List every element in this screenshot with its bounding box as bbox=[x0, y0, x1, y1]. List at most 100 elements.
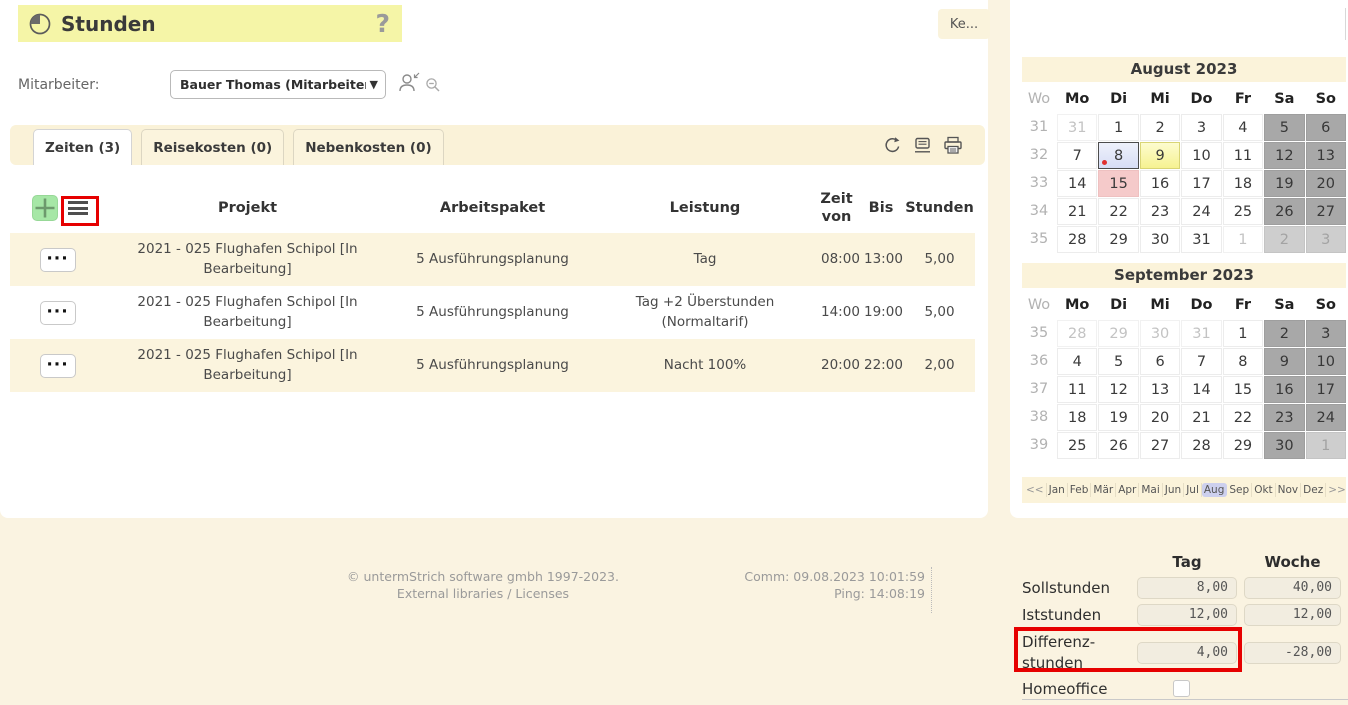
row-menu-button[interactable]: ··· bbox=[40, 301, 76, 325]
calendar-day[interactable]: 30 bbox=[1140, 320, 1180, 347]
add-entry-button[interactable] bbox=[32, 195, 58, 221]
month-nav-mär[interactable]: Mär bbox=[1091, 483, 1116, 497]
calendar-day[interactable]: 21 bbox=[1057, 198, 1097, 225]
calendar-day[interactable]: 9 bbox=[1140, 142, 1180, 169]
calendar-day[interactable]: 12 bbox=[1098, 376, 1138, 403]
calendar-day[interactable]: 30 bbox=[1264, 432, 1304, 459]
calendar-day[interactable]: 5 bbox=[1264, 114, 1304, 141]
month-nav-mai[interactable]: Mai bbox=[1139, 483, 1162, 497]
print-icon[interactable] bbox=[943, 136, 963, 155]
calendar-day[interactable]: 19 bbox=[1264, 170, 1304, 197]
calendar-day[interactable]: 28 bbox=[1181, 432, 1221, 459]
calendar-day[interactable]: 24 bbox=[1306, 404, 1346, 431]
tab-nebenkosten[interactable]: Nebenkosten (0) bbox=[293, 129, 443, 165]
row-menu-button[interactable]: ··· bbox=[40, 354, 76, 378]
calendar-day[interactable]: 15 bbox=[1098, 170, 1138, 197]
row-menu-button[interactable]: ··· bbox=[40, 248, 76, 272]
calendar-day[interactable]: 7 bbox=[1057, 142, 1097, 169]
refresh-icon[interactable] bbox=[883, 136, 902, 155]
calendar-day[interactable]: 29 bbox=[1098, 226, 1138, 253]
calendar-day[interactable]: 2 bbox=[1264, 226, 1304, 253]
calendar-day[interactable]: 26 bbox=[1098, 432, 1138, 459]
calendar-day[interactable]: 5 bbox=[1098, 348, 1138, 375]
calendar-day[interactable]: 26 bbox=[1264, 198, 1304, 225]
calendar-day[interactable]: 21 bbox=[1181, 404, 1221, 431]
employee-dropdown[interactable]: Bauer Thomas (Mitarbeiter ▼ bbox=[170, 70, 386, 99]
calendar-day[interactable]: 14 bbox=[1057, 170, 1097, 197]
calendar-day[interactable]: 11 bbox=[1057, 376, 1097, 403]
calendar-day[interactable]: 3 bbox=[1306, 320, 1346, 347]
calendar-day[interactable]: 9 bbox=[1264, 348, 1304, 375]
calendar-day[interactable]: 6 bbox=[1306, 114, 1346, 141]
calendar-day[interactable]: 1 bbox=[1306, 432, 1346, 459]
ke-button[interactable]: Ke... bbox=[938, 9, 990, 39]
homeoffice-checkbox[interactable] bbox=[1173, 680, 1190, 697]
calendar-day[interactable]: 4 bbox=[1057, 348, 1097, 375]
calendar-day[interactable]: 3 bbox=[1181, 114, 1221, 141]
month-nav-sep[interactable]: Sep bbox=[1227, 483, 1252, 497]
help-icon[interactable]: ? bbox=[375, 9, 390, 38]
month-nav-jul[interactable]: Jul bbox=[1184, 483, 1202, 497]
month-nav-prev[interactable]: << bbox=[1024, 483, 1047, 497]
calendar-day[interactable]: 20 bbox=[1140, 404, 1180, 431]
calendar-day[interactable]: 11 bbox=[1223, 142, 1263, 169]
calendar-day[interactable]: 8 bbox=[1098, 142, 1138, 169]
calendar-day[interactable]: 2 bbox=[1140, 114, 1180, 141]
calendar-day[interactable]: 18 bbox=[1223, 170, 1263, 197]
calendar-day[interactable]: 20 bbox=[1306, 170, 1346, 197]
calendar-day[interactable]: 31 bbox=[1181, 226, 1221, 253]
calendar-day[interactable]: 22 bbox=[1223, 404, 1263, 431]
month-nav-aug[interactable]: Aug bbox=[1202, 483, 1228, 497]
calendar-day[interactable]: 1 bbox=[1223, 320, 1263, 347]
calendar-day[interactable]: 10 bbox=[1181, 142, 1221, 169]
month-nav-jun[interactable]: Jun bbox=[1163, 483, 1184, 497]
calendar-day[interactable]: 7 bbox=[1181, 348, 1221, 375]
calendar-day[interactable]: 22 bbox=[1098, 198, 1138, 225]
month-nav-next[interactable]: >> bbox=[1326, 483, 1346, 497]
calendar-day[interactable]: 8 bbox=[1223, 348, 1263, 375]
licenses-link[interactable]: External libraries / Licenses bbox=[283, 585, 683, 602]
tab-reisekosten[interactable]: Reisekosten (0) bbox=[141, 129, 284, 165]
calendar-day[interactable]: 1 bbox=[1223, 226, 1263, 253]
calendar-day[interactable]: 29 bbox=[1098, 320, 1138, 347]
calendar-day[interactable]: 23 bbox=[1140, 198, 1180, 225]
zoom-out-icon[interactable] bbox=[425, 77, 441, 96]
tab-zeiten[interactable]: Zeiten (3) bbox=[33, 129, 132, 165]
calendar-day[interactable]: 16 bbox=[1264, 376, 1304, 403]
calendar-day[interactable]: 16 bbox=[1140, 170, 1180, 197]
calendar-day[interactable]: 28 bbox=[1057, 226, 1097, 253]
month-nav-apr[interactable]: Apr bbox=[1116, 483, 1139, 497]
menu-icon[interactable] bbox=[64, 197, 91, 219]
calendar-day[interactable]: 15 bbox=[1223, 376, 1263, 403]
calendar-day[interactable]: 25 bbox=[1223, 198, 1263, 225]
month-nav-dez[interactable]: Dez bbox=[1301, 483, 1326, 497]
calendar-day[interactable]: 27 bbox=[1140, 432, 1180, 459]
month-nav-feb[interactable]: Feb bbox=[1068, 483, 1092, 497]
calendar-day[interactable]: 30 bbox=[1140, 226, 1180, 253]
calendar-day[interactable]: 17 bbox=[1181, 170, 1221, 197]
month-nav-jan[interactable]: Jan bbox=[1047, 483, 1068, 497]
calendar-day[interactable]: 23 bbox=[1264, 404, 1304, 431]
assign-user-icon[interactable] bbox=[397, 71, 421, 95]
calendar-day[interactable]: 31 bbox=[1057, 114, 1097, 141]
month-nav-okt[interactable]: Okt bbox=[1252, 483, 1275, 497]
calendar-day[interactable]: 4 bbox=[1223, 114, 1263, 141]
calendar-day[interactable]: 14 bbox=[1181, 376, 1221, 403]
calendar-day[interactable]: 17 bbox=[1306, 376, 1346, 403]
calendar-day[interactable]: 10 bbox=[1306, 348, 1346, 375]
calendar-day[interactable]: 13 bbox=[1140, 376, 1180, 403]
calendar-day[interactable]: 28 bbox=[1057, 320, 1097, 347]
calendar-day[interactable]: 25 bbox=[1057, 432, 1097, 459]
calendar-day[interactable]: 6 bbox=[1140, 348, 1180, 375]
calendar-day[interactable]: 12 bbox=[1264, 142, 1304, 169]
calendar-day[interactable]: 13 bbox=[1306, 142, 1346, 169]
calendar-day[interactable]: 29 bbox=[1223, 432, 1263, 459]
calendar-day[interactable]: 31 bbox=[1181, 320, 1221, 347]
calendar-day[interactable]: 19 bbox=[1098, 404, 1138, 431]
calendar-day[interactable]: 2 bbox=[1264, 320, 1304, 347]
calendar-day[interactable]: 27 bbox=[1306, 198, 1346, 225]
calendar-day[interactable]: 1 bbox=[1098, 114, 1138, 141]
month-nav-nov[interactable]: Nov bbox=[1276, 483, 1302, 497]
calendar-day[interactable]: 24 bbox=[1181, 198, 1221, 225]
calendar-day[interactable]: 18 bbox=[1057, 404, 1097, 431]
